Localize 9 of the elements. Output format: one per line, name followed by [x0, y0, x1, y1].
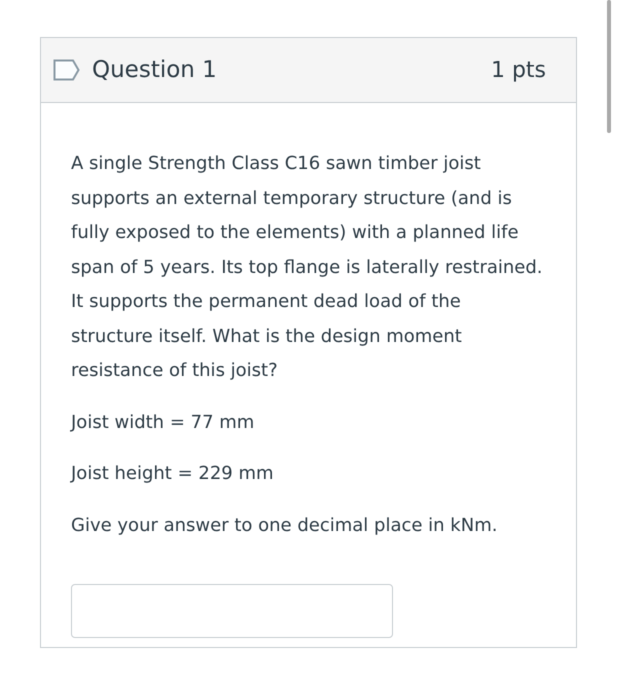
question-text: Joist height = 229 mm	[71, 462, 275, 486]
question-text: A single Strength Class C16 sawn timber joist supports an external temporary structure (and is fully exposed to the elements) with a planned life span of 5 years. Its top flange is laterally restrained. It supports the permanent dead load of the structure itself. What is the design moment resistance of this joist?	[71, 152, 544, 383]
question-text: Joist width = 77 mm	[71, 410, 256, 434]
answer-field[interactable]	[71, 584, 393, 638]
question-points: 1 pts	[490, 58, 546, 82]
flag-icon[interactable]	[53, 59, 80, 81]
scrollbar[interactable]	[607, 0, 611, 133]
question-text: Give your answer to one decimal place in kNm.	[71, 514, 498, 538]
question-title: Question 1	[92, 57, 218, 83]
